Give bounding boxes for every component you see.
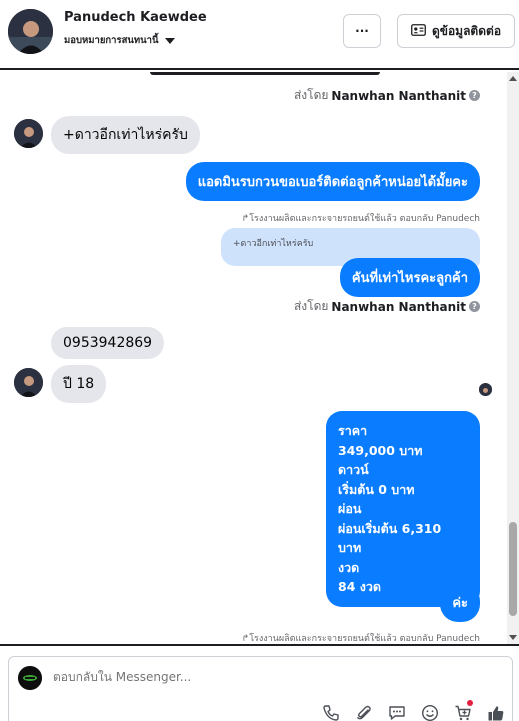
message-line: ผ่อนเริ่มต้น 6,310 บาท [338, 520, 442, 556]
message-line: ราคา [338, 423, 368, 438]
scrollbar-thumb[interactable] [509, 522, 517, 616]
incoming-message[interactable]: ปี 18 [51, 365, 107, 403]
outgoing-message[interactable]: ค่ะ [440, 583, 480, 622]
more-options-button[interactable]: ··· [343, 14, 381, 48]
view-contact-button[interactable]: ดูข้อมูลติดต่อ [397, 14, 515, 48]
reply-note: ↱โรงงานผลิตและกระจายรถยนต์ใช้แล้ว ตอบกลั… [242, 631, 480, 644]
saved-reply-icon[interactable] [385, 701, 409, 721]
message-line: งวด [338, 559, 360, 575]
message-thread[interactable]: ส่งโดย Nanwhan Nanthanit ? +ดาวอีกเท่าไห… [0, 72, 507, 644]
more-icon: ··· [355, 24, 369, 38]
reply-note: ↱โรงงานผลิตและกระจายรถยนต์ใช้แล้ว ตอบกลั… [242, 211, 480, 225]
caret-down-icon [164, 37, 175, 44]
message-line: เริ่มต้น 0 บาท [338, 481, 415, 497]
contact-card-icon [411, 23, 426, 39]
like-icon[interactable] [484, 701, 508, 721]
divider [0, 644, 519, 646]
reply-input[interactable] [53, 670, 433, 684]
message-composer [8, 656, 513, 721]
sent-by-label: ส่งโดย Nanwhan Nanthanit ? [294, 86, 480, 105]
composer-toolbar [319, 700, 508, 721]
phone-icon[interactable] [319, 701, 343, 721]
conversation-header: Panudech Kaewdee มอบหมายการสนทนานี้ ··· … [0, 0, 519, 70]
assign-label: มอบหมายการสนทนานี้ [64, 35, 159, 46]
contact-avatar[interactable] [8, 9, 53, 54]
info-icon[interactable]: ? [469, 301, 480, 312]
sent-by-agent-name: Nanwhan Nanthanit [331, 88, 466, 103]
scroll-up-arrow-icon[interactable] [509, 76, 517, 81]
assign-conversation-dropdown[interactable]: มอบหมายการสนทนานี้ [64, 33, 175, 48]
previous-message-bubble-edge [150, 72, 380, 75]
message-line: 349,000 บาท [338, 442, 423, 458]
outgoing-message-multiline[interactable]: ราคา 349,000 บาท ดาวน์ เริ่มต้น 0 บาท ผ่… [326, 411, 480, 607]
emoji-icon[interactable] [418, 701, 442, 721]
scroll-down-arrow-icon[interactable] [509, 635, 517, 640]
outgoing-message[interactable]: แอดมินรบกวนขอเบอร์ติดต่อลูกค้าหน่อยได้มั… [185, 162, 480, 201]
message-line: ผ่อน [338, 501, 362, 516]
reply-note-text: โรงงานผลิตและกระจายรถยนต์ใช้แล้ว ตอบกลับ… [249, 214, 480, 224]
seen-indicator-avatar [479, 383, 492, 396]
incoming-message[interactable]: 0953942869 [51, 327, 165, 359]
outgoing-message[interactable]: คันที่เท่าไหรคะลูกค้า [339, 258, 480, 297]
incoming-message[interactable]: +ดาวอีกเท่าไหร่ครับ [51, 116, 200, 154]
sent-by-prefix: ส่งโดย [293, 88, 329, 102]
contact-name[interactable]: Panudech Kaewdee [64, 10, 207, 25]
page-avatar [18, 666, 42, 690]
sent-by-prefix: ส่งโดย [293, 299, 329, 313]
info-icon[interactable]: ? [469, 90, 480, 101]
chat-scrollbar[interactable] [507, 72, 519, 644]
add-to-cart-icon[interactable] [451, 700, 475, 721]
contact-avatar-small [14, 119, 43, 148]
message-line: ดาวน์ [338, 462, 369, 477]
view-contact-label: ดูข้อมูลติดต่อ [431, 23, 502, 38]
contact-avatar-small [14, 368, 43, 397]
sent-by-agent-name: Nanwhan Nanthanit [331, 299, 466, 314]
attachment-icon[interactable] [352, 701, 376, 721]
notification-dot [467, 700, 473, 706]
reply-note-text: โรงงานผลิตและกระจายรถยนต์ใช้แล้ว ตอบกลับ… [249, 634, 480, 644]
sent-by-label: ส่งโดย Nanwhan Nanthanit ? [294, 297, 480, 316]
